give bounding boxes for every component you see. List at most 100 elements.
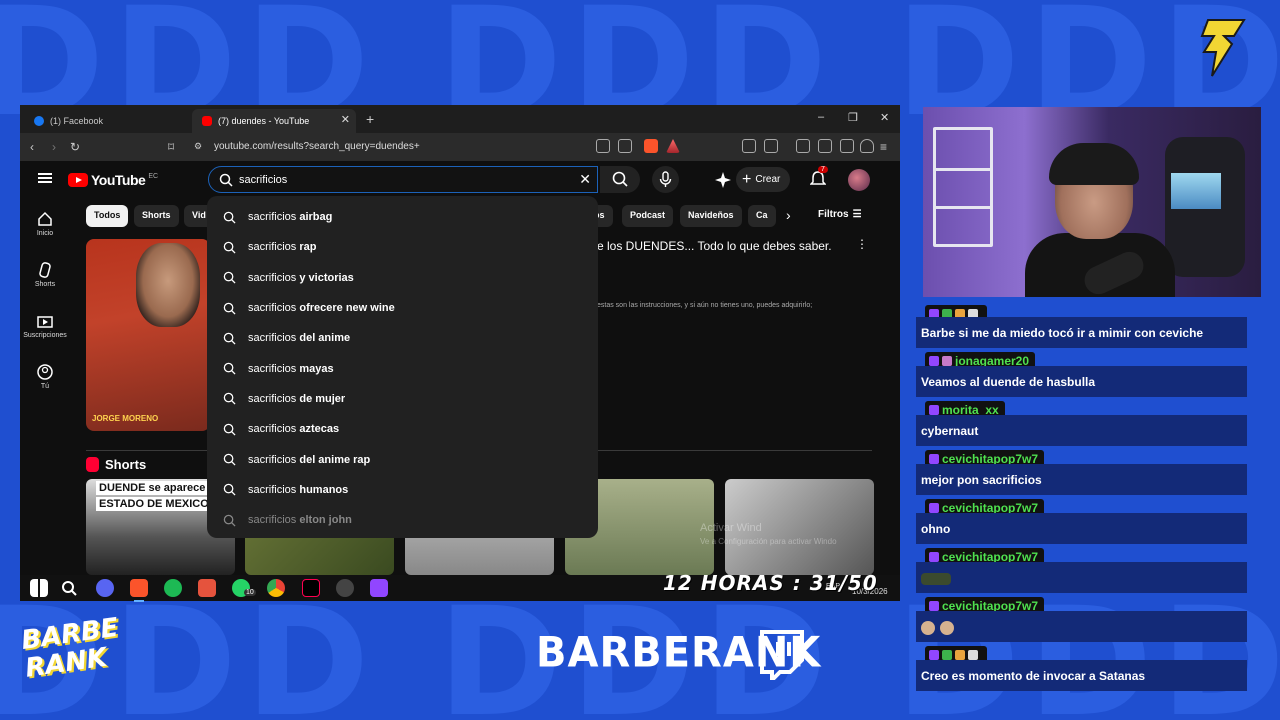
sparkle-icon[interactable] bbox=[714, 171, 732, 189]
chip-podcast[interactable]: Podcast bbox=[622, 205, 674, 227]
youtube-logo[interactable]: YouTube EC bbox=[68, 172, 158, 188]
app-icon[interactable] bbox=[198, 579, 216, 597]
extensions-icon[interactable] bbox=[742, 139, 756, 153]
windows-start-icon[interactable] bbox=[30, 579, 48, 597]
create-label: Crear bbox=[755, 174, 781, 185]
nav-item-subscriptions[interactable]: Suscripciones bbox=[20, 301, 70, 352]
wallet-icon[interactable] bbox=[818, 139, 832, 153]
suggestion-item[interactable]: sacrificios rap bbox=[207, 232, 598, 262]
suggestion-item[interactable]: sacrificios airbag bbox=[207, 202, 598, 232]
home-icon bbox=[38, 211, 52, 226]
create-button[interactable]: + Crear bbox=[736, 167, 791, 192]
suggestion-completion: ofrecere new wine bbox=[296, 302, 395, 315]
leo-icon[interactable] bbox=[840, 139, 854, 153]
twitch-icon bbox=[760, 630, 804, 680]
obs-icon[interactable] bbox=[336, 579, 354, 597]
nav-label: Suscripciones bbox=[23, 332, 67, 339]
chat-text-row: ohno bbox=[916, 513, 1247, 544]
suggestion-completion: rap bbox=[296, 241, 317, 254]
chip-todos[interactable]: Todos bbox=[86, 205, 129, 227]
tab-label: (7) duendes - YouTube bbox=[218, 116, 310, 126]
account-avatar[interactable] bbox=[848, 169, 870, 191]
webcam-poster bbox=[1171, 173, 1221, 209]
forward-icon[interactable]: › bbox=[52, 140, 56, 154]
youtube-icon bbox=[202, 116, 212, 126]
badge-icon bbox=[929, 453, 939, 464]
chat-text: mejor pon sacrificios bbox=[921, 473, 1042, 487]
search-icon bbox=[223, 332, 236, 345]
chat-text-row: Creo es momento de invocar a Satanas bbox=[916, 660, 1247, 691]
cast-icon[interactable] bbox=[596, 139, 610, 153]
site-info-icon[interactable]: ⚙ bbox=[194, 141, 202, 152]
badge-icon bbox=[955, 649, 965, 660]
back-icon[interactable]: ‹ bbox=[30, 140, 34, 154]
voice-search-button[interactable] bbox=[652, 166, 679, 193]
brave-icon[interactable] bbox=[130, 579, 148, 602]
vpn-icon[interactable] bbox=[860, 139, 874, 153]
reload-icon[interactable]: ↻ bbox=[70, 140, 80, 154]
suggestion-item[interactable]: sacrificios del anime bbox=[207, 323, 598, 353]
chat-text: Veamos al duende de hasbulla bbox=[921, 375, 1096, 389]
suggestion-prefix: sacrificios bbox=[248, 241, 297, 254]
chip-navidenos[interactable]: Navideños bbox=[680, 205, 742, 227]
search-input[interactable] bbox=[239, 173, 559, 186]
nav-item-you[interactable]: Tú bbox=[20, 352, 70, 403]
chat-text-row: cybernaut bbox=[916, 415, 1247, 446]
brave-shields-icon[interactable] bbox=[644, 139, 658, 153]
video-title[interactable]: e los DUENDES... Todo lo que debes saber… bbox=[597, 239, 832, 253]
more-options-icon[interactable]: ⋮ bbox=[856, 237, 868, 251]
tab-facebook[interactable]: (1) Facebook bbox=[24, 109, 190, 133]
you-icon bbox=[37, 364, 53, 380]
nav-item-shorts[interactable]: Shorts bbox=[20, 250, 70, 301]
new-tab-button[interactable]: + bbox=[366, 111, 374, 127]
share-icon[interactable] bbox=[618, 139, 632, 153]
suggestion-item[interactable]: sacrificios mayas bbox=[207, 353, 598, 383]
close-tab-icon[interactable]: ✕ bbox=[341, 113, 350, 126]
address-bar: ‹ › ↻ ⌑ ⚙ youtube.com/results?search_que… bbox=[20, 133, 900, 161]
search-icon[interactable] bbox=[60, 579, 78, 597]
chevron-right-icon[interactable]: › bbox=[786, 207, 791, 223]
chat-text: ohno bbox=[921, 522, 951, 536]
hamburger-menu-icon[interactable] bbox=[38, 173, 52, 183]
chrome-icon[interactable] bbox=[267, 579, 285, 597]
minimize-button[interactable]: – bbox=[818, 111, 824, 123]
nav-item-home[interactable]: Inicio bbox=[20, 199, 70, 250]
search-icon bbox=[223, 362, 236, 375]
chat-text-row: Veamos al duende de hasbulla bbox=[916, 366, 1247, 397]
badge-icon bbox=[942, 355, 952, 366]
suggestion-completion: del anime rap bbox=[296, 453, 371, 466]
discord-icon[interactable] bbox=[96, 579, 114, 597]
clear-search-icon[interactable]: ✕ bbox=[579, 171, 591, 188]
suggestion-item[interactable]: sacrificios ofrecere new wine bbox=[207, 293, 598, 323]
sidebar-icon[interactable] bbox=[796, 139, 810, 153]
suggestion-completion: airbag bbox=[296, 211, 333, 224]
close-window-button[interactable]: ✕ bbox=[880, 111, 889, 124]
search-box[interactable]: ✕ bbox=[208, 166, 598, 193]
search-icon bbox=[223, 393, 236, 405]
search-button[interactable] bbox=[600, 166, 640, 193]
suggestion-item[interactable]: sacrificios elton john bbox=[207, 505, 598, 535]
suggestion-item[interactable]: sacrificios aztecas bbox=[207, 414, 598, 444]
tab-youtube[interactable]: (7) duendes - YouTube ✕ bbox=[192, 109, 356, 133]
suggestion-item[interactable]: sacrificios y victorias bbox=[207, 263, 598, 293]
nav-label: Tú bbox=[40, 383, 50, 390]
screenshot-icon[interactable] bbox=[764, 139, 778, 153]
short-caption: DUENDE se aparece bbox=[96, 481, 209, 495]
badge-icon bbox=[929, 551, 939, 562]
spotify-icon[interactable] bbox=[164, 579, 182, 597]
badge-icon bbox=[929, 649, 939, 660]
bookmark-icon[interactable]: ⌑ bbox=[168, 140, 174, 154]
chip-shorts[interactable]: Shorts bbox=[134, 205, 179, 227]
video-thumbnail[interactable]: JORGE MORENO bbox=[86, 239, 210, 431]
suggestion-item[interactable]: sacrificios del anime rap bbox=[207, 444, 598, 474]
suggestion-item[interactable]: sacrificios humanos bbox=[207, 475, 598, 505]
maximize-button[interactable]: ❐ bbox=[848, 111, 858, 124]
nav-label: Shorts bbox=[34, 281, 56, 288]
chip-partial-end[interactable]: Ca bbox=[748, 205, 776, 227]
filters-button[interactable]: Filtros ☰ bbox=[818, 209, 862, 220]
streaming-app-icon[interactable] bbox=[370, 579, 388, 597]
chat-text-row: mejor pon sacrificios bbox=[916, 464, 1247, 495]
menu-icon[interactable]: ≡ bbox=[880, 140, 887, 154]
tiktok-icon[interactable] bbox=[302, 579, 320, 597]
suggestion-item[interactable]: sacrificios de mujer bbox=[207, 384, 598, 414]
